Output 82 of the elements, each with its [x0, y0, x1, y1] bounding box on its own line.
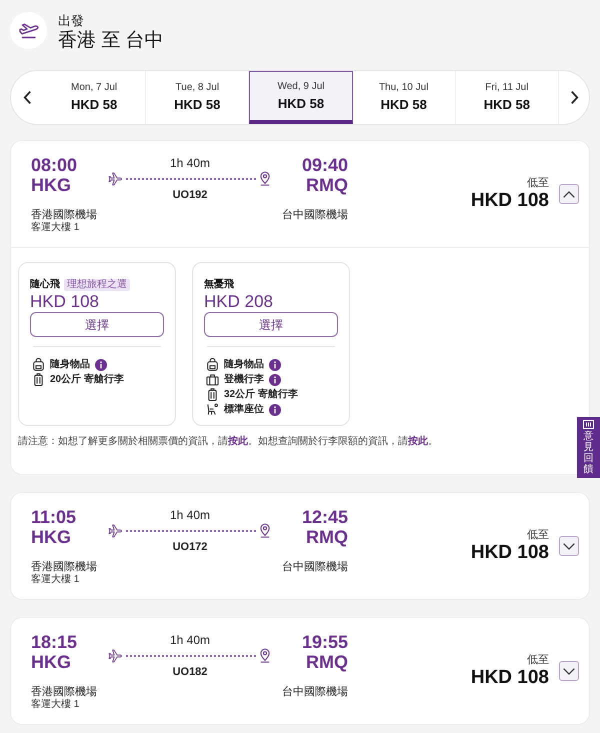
departure-code: HKG — [31, 526, 72, 546]
lowest-price: HKD 108 — [470, 667, 549, 689]
date-tab[interactable]: Mon, 7 Jul HKD 58 — [43, 71, 146, 124]
chevron-down-icon — [563, 542, 575, 550]
date-tab[interactable]: Wed, 9 Jul HKD 58 — [249, 71, 353, 124]
flight-number: UO172 — [172, 540, 208, 554]
plane-takeoff-icon — [10, 12, 47, 49]
arrival-airport: 台中國際機場 — [282, 560, 348, 574]
departure-airport: 香港國際機場 — [31, 208, 98, 222]
select-button[interactable]: 選擇 — [30, 312, 164, 337]
arrival-time: 12:45 — [302, 506, 348, 526]
pin-icon — [259, 171, 271, 186]
info-icon[interactable] — [269, 358, 281, 370]
fare-name: 隨心飛 — [30, 279, 60, 291]
arrival-code: RMQ — [306, 174, 348, 194]
backpack-icon — [206, 358, 219, 371]
flight-number: UO192 — [172, 188, 208, 202]
backpack-icon — [32, 358, 45, 371]
arrival-code: RMQ — [306, 526, 348, 546]
flight-duration: 1h 40m — [168, 508, 212, 522]
date-tab[interactable]: Thu, 10 Jul HKD 58 — [352, 71, 456, 124]
departure-airport: 香港國際機場 — [31, 684, 98, 698]
fare-price: HKD 108 — [30, 292, 100, 312]
plane-icon — [108, 524, 123, 538]
feature-label: 隨身物品 — [50, 358, 90, 370]
price-label: 低至 — [527, 653, 549, 667]
arrival-time: 19:55 — [302, 632, 348, 652]
arrival-airport: 台中國際機場 — [282, 684, 348, 698]
plane-icon — [108, 172, 123, 186]
departure-code: HKG — [31, 652, 72, 672]
pin-icon — [259, 648, 271, 663]
recommended-badge: 理想旅程之選 — [64, 279, 130, 291]
lowest-price: HKD 108 — [470, 190, 549, 212]
departure-time: 08:00 — [31, 154, 78, 174]
lowest-price: HKD 108 — [470, 542, 549, 564]
feature-label: 隨身物品 — [224, 358, 264, 370]
feedback-tab[interactable]: 意見回饋 — [577, 417, 600, 478]
briefcase-icon — [206, 373, 219, 386]
departure-code: HKG — [31, 174, 72, 194]
link[interactable]: 按此 — [408, 436, 428, 447]
suitcase-icon — [32, 373, 45, 386]
terminal-label: 客運大樓 1 — [31, 222, 80, 234]
arrival-time: 09:40 — [302, 154, 348, 174]
chevron-down-icon — [563, 668, 575, 674]
departure-airport: 香港國際機場 — [31, 560, 98, 574]
departure-time: 11:05 — [31, 506, 78, 526]
info-icon[interactable] — [95, 358, 107, 370]
toggle-button[interactable] — [559, 184, 579, 204]
chevron-right-icon[interactable] — [570, 90, 578, 105]
toggle-button[interactable] — [559, 661, 579, 681]
select-button[interactable]: 選擇 — [204, 312, 338, 337]
price-label: 低至 — [527, 528, 549, 542]
feature-label: 登機行李 — [224, 374, 264, 386]
toggle-button[interactable] — [559, 536, 579, 556]
date-tab[interactable]: Fri, 11 Jul HKD 58 — [456, 71, 559, 124]
route-title: 香港 至 台中 — [58, 29, 164, 53]
flight-duration: 1h 40m — [168, 156, 212, 170]
flight-number: UO182 — [172, 664, 208, 678]
chevron-left-icon[interactable] — [22, 90, 32, 105]
seat-icon — [206, 403, 219, 416]
pin-icon — [259, 523, 271, 538]
chevron-up-icon — [563, 190, 575, 198]
columns-icon — [583, 420, 594, 429]
fare-name: 無憂飛 — [204, 279, 234, 291]
arrival-airport: 台中國際機場 — [282, 208, 348, 222]
terminal-label: 客運大樓 1 — [31, 574, 80, 586]
plane-icon — [108, 648, 123, 662]
feature-label: 標準座位 — [224, 404, 264, 416]
arrival-code: RMQ — [306, 652, 348, 672]
fare-price: HKD 208 — [204, 292, 274, 312]
flight-duration: 1h 40m — [168, 632, 212, 646]
info-icon[interactable] — [269, 404, 281, 416]
info-icon[interactable] — [269, 374, 281, 386]
feature-label: 32公斤 寄艙行李 — [224, 388, 298, 400]
price-label: 低至 — [527, 176, 549, 190]
suitcase-icon — [206, 388, 219, 401]
feature-label: 20公斤 寄艙行李 — [50, 374, 124, 386]
header-label: 出發 — [58, 12, 85, 29]
link[interactable]: 按此 — [228, 436, 248, 447]
departure-time: 18:15 — [31, 632, 78, 652]
terminal-label: 客運大樓 1 — [31, 698, 80, 710]
fare-note: 請注意：如想了解更多關於相關票價的資訊，請按此。如想查詢關於行李限額的資訊，請按此。 — [18, 435, 438, 449]
